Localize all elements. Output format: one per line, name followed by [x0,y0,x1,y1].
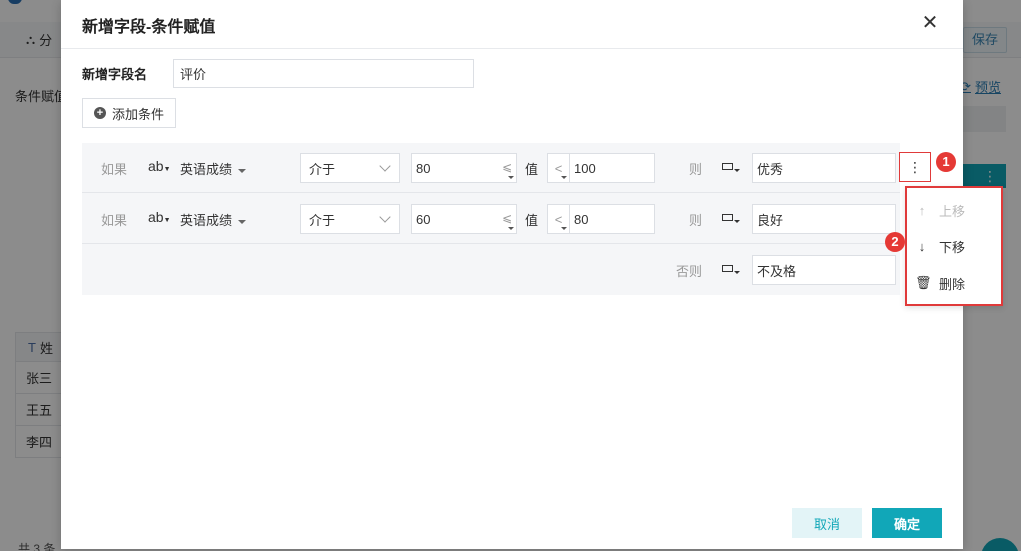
caret-down-icon [561,176,567,179]
condition-row: 如果 ab▼ 英语成绩 介于 60 ⩽ 值 <80 则 良好 [82,194,900,244]
dialog-header: 新增字段-条件赋值 ✕ [61,0,963,49]
else-result-input[interactable]: 不及格 [752,255,896,285]
caret-down-icon [238,168,247,173]
high-op-selector[interactable]: < [548,154,570,182]
field-name-label: 新增字段名 [82,67,148,82]
arrow-down-icon: ↓ [918,238,926,254]
more-vertical-icon: ⋮ [908,158,922,175]
menu-item-move-up[interactable]: ↑ 上移 [915,200,965,220]
high-op-selector[interactable]: < [548,205,570,233]
low-op-selector[interactable]: ⩽ [502,211,512,225]
operator-select[interactable]: 介于 [300,153,400,183]
plus-circle-icon: + [94,107,106,119]
caret-down-icon [508,227,514,230]
low-value-input[interactable]: 60 ⩽ [411,204,517,234]
else-row: 否则 不及格 [82,245,900,295]
operator-select[interactable]: 介于 [300,204,400,234]
close-icon[interactable]: ✕ [921,12,939,34]
condition-list: 如果 ab▼ 英语成绩 介于 80 ⩽ 值 <100 则 优秀 如果 ab▼ 英语… [82,143,900,295]
field-type-selector[interactable]: ab▼ [148,158,171,174]
caret-down-icon: ▼ [163,217,171,224]
caret-down-icon [508,176,514,179]
confirm-button[interactable]: 确定 [872,508,942,538]
row-more-button[interactable]: ⋮ [899,152,931,182]
caret-down-icon [561,227,567,230]
high-value-input[interactable]: <80 [547,204,655,234]
dialog-title: 新增字段-条件赋值 [82,19,216,36]
field-name-input[interactable]: 评价 [173,59,474,88]
field-selector[interactable]: 英语成绩 [180,159,247,178]
result-input[interactable]: 优秀 [752,153,896,183]
caret-down-icon: ▼ [163,166,171,173]
field-type-selector[interactable]: ab▼ [148,209,171,225]
value-label: 值 [525,213,539,228]
trash-icon: 🗑 [915,275,932,290]
result-input[interactable]: 良好 [752,204,896,234]
step-badge: 2 [885,232,905,252]
value-label: 值 [525,162,539,177]
add-condition-button[interactable]: + 添加条件 [82,98,177,128]
if-label: 如果 [101,162,128,177]
menu-item-move-down[interactable]: ↓ 下移 [915,236,965,256]
result-type-icon[interactable] [722,160,740,174]
low-op-selector[interactable]: ⩽ [502,160,512,174]
menu-item-delete[interactable]: 🗑 删除 [915,273,965,293]
cancel-button[interactable]: 取消 [792,508,862,538]
if-label: 如果 [101,213,128,228]
else-label: 否则 [676,264,703,279]
then-label: 则 [689,213,703,228]
condition-dialog: 新增字段-条件赋值 ✕ 新增字段名 评价 + 添加条件 如果 ab▼ 英语成绩 … [61,0,1003,549]
condition-row: 如果 ab▼ 英语成绩 介于 80 ⩽ 值 <100 则 优秀 [82,143,900,193]
arrow-up-icon: ↑ [918,202,926,218]
result-type-icon[interactable] [722,211,740,225]
field-name-row: 新增字段名 评价 [82,59,474,88]
result-type-icon[interactable] [722,262,740,276]
low-value-input[interactable]: 80 ⩽ [411,153,517,183]
then-label: 则 [689,162,703,177]
step-badge: 1 [936,152,956,172]
high-value-input[interactable]: <100 [547,153,655,183]
field-selector[interactable]: 英语成绩 [180,210,247,229]
caret-down-icon [238,219,247,224]
chevron-down-icon [379,160,391,172]
row-action-menu: ↑ 上移 ↓ 下移 🗑 删除 [905,186,1003,306]
chevron-down-icon [379,211,391,223]
